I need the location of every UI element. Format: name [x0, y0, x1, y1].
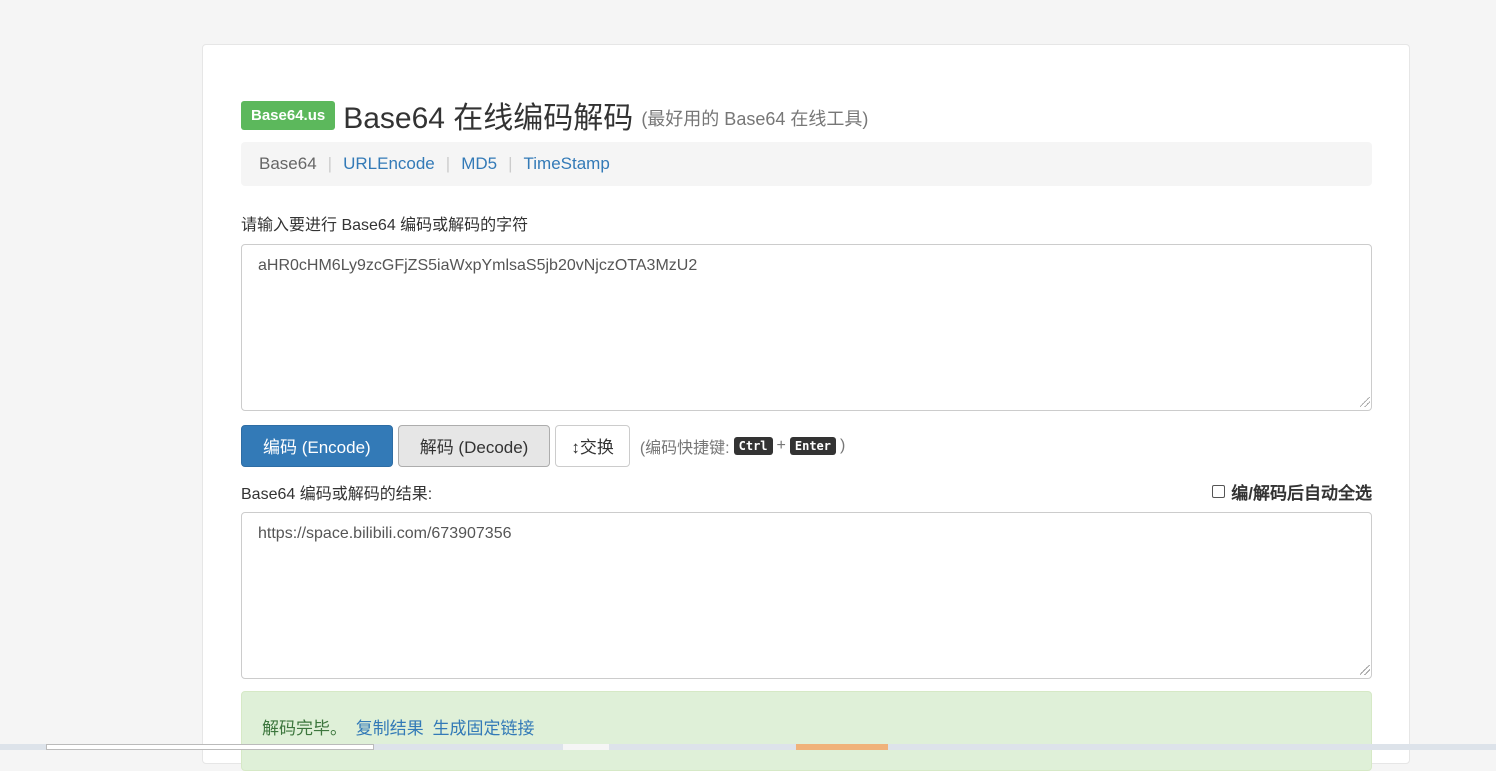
permalink-link[interactable]: 生成固定链接: [432, 719, 534, 738]
encode-button[interactable]: 编码 (Encode): [241, 424, 393, 467]
taskbar-item[interactable]: [796, 744, 888, 750]
result-label: Base64 编码或解码的结果:: [241, 485, 433, 503]
auto-select-checkbox[interactable]: [1212, 485, 1226, 498]
taskbar-item[interactable]: [46, 744, 374, 750]
auto-select-label[interactable]: 编/解码后自动全选: [1231, 479, 1372, 504]
nav-separator: |: [508, 154, 513, 173]
status-alert: 解码完毕。 复制结果 生成固定链接: [241, 691, 1372, 771]
page-header: Base64.us Base64 在线编码解码 (最好用的 Base64 在线工…: [241, 95, 868, 135]
copy-result-link[interactable]: 复制结果: [356, 719, 424, 738]
main-card: Base64.us Base64 在线编码解码 (最好用的 Base64 在线工…: [202, 44, 1410, 771]
kbd-enter: Enter: [789, 436, 836, 455]
brand-badge[interactable]: Base64.us: [241, 100, 336, 130]
taskbar-strip: [0, 744, 1496, 750]
kbd-ctrl: Ctrl: [733, 436, 773, 455]
swap-button[interactable]: ↕交换: [555, 424, 630, 467]
nav-item-timestamp[interactable]: TimeStamp: [524, 154, 610, 174]
nav-separator: |: [327, 154, 333, 173]
shortcut-prefix: (编码快捷键:: [639, 439, 730, 457]
shortcut-hint: (编码快捷键: Ctrl + Enter ): [640, 434, 845, 458]
tool-nav: Base64 | URLEncode | MD5 | TimeStamp: [241, 142, 1372, 186]
nav-separator: |: [445, 154, 451, 173]
page-subtitle: (最好用的 Base64 在线工具): [641, 109, 869, 129]
nav-item-md5[interactable]: MD5: [461, 154, 497, 174]
nav-item-urlencode[interactable]: URLEncode: [343, 154, 435, 174]
taskbar-item[interactable]: [563, 744, 609, 750]
auto-select-option[interactable]: 编/解码后自动全选: [1212, 479, 1372, 504]
nav-item-base64: Base64: [259, 154, 317, 173]
page-title: Base64 在线编码解码: [343, 102, 634, 135]
result-textarea[interactable]: https://space.bilibili.com/673907356: [241, 512, 1372, 679]
action-buttons: 编码 (Encode) 解码 (Decode) ↕交换 (编码快捷键: Ctrl…: [241, 424, 845, 467]
kbd-plus: +: [776, 436, 786, 454]
input-label: 请输入要进行 Base64 编码或解码的字符: [241, 217, 529, 234]
input-textarea[interactable]: aHR0cHM6Ly9zcGFjZS5iaWxpYmlsaS5jb20vNjcz…: [241, 244, 1372, 411]
decode-button[interactable]: 解码 (Decode): [397, 424, 551, 467]
status-message: 解码完毕。: [262, 719, 347, 738]
shortcut-suffix: ): [840, 436, 846, 454]
result-header: Base64 编码或解码的结果: 编/解码后自动全选: [241, 479, 1372, 504]
